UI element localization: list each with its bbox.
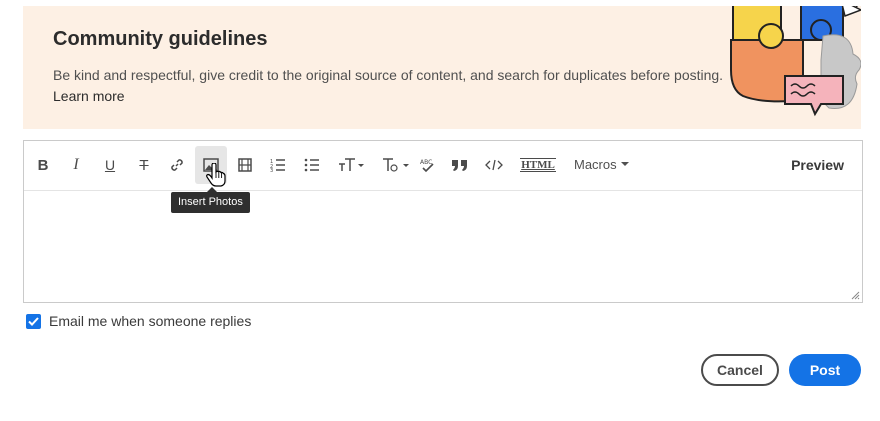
code-icon [485,159,503,171]
email-checkbox[interactable] [26,313,41,329]
puzzle-illustration [730,6,861,117]
editor-toolbar: B I U T 1 2 3 ABC HTML Macros Preview [24,141,862,191]
numbered-list-button[interactable]: 1 2 3 [262,146,294,184]
message-editor: B I U T 1 2 3 ABC HTML Macros Preview [23,140,863,303]
quote-icon [452,160,467,171]
html-icon: HTML [520,158,556,172]
preview-button[interactable]: Preview [791,157,844,173]
check-icon [28,316,39,326]
email-notification-option: Email me when someone replies [26,313,251,329]
html-button[interactable]: HTML [518,146,558,184]
italic-button[interactable]: I [60,146,92,184]
strikethrough-icon: T [139,156,149,174]
spell-check-icon: ABC [420,159,434,173]
bulleted-list-button[interactable] [296,146,328,184]
banner-text: Be kind and respectful, give credit to t… [53,67,724,83]
chevron-down-icon [620,162,629,166]
link-icon [171,159,183,171]
learn-more-link[interactable]: Learn more [53,88,125,104]
italic-icon: I [73,156,79,173]
email-checkbox-label[interactable]: Email me when someone replies [49,313,251,329]
underline-icon: U [104,157,116,173]
macros-label: Macros [574,157,617,172]
cancel-button[interactable]: Cancel [701,354,779,386]
bold-icon: B [37,156,49,174]
text-style-icon [383,158,409,172]
font-size-button[interactable] [332,146,370,184]
insert-link-button[interactable] [161,146,193,184]
text-style-button[interactable] [378,146,414,184]
community-guidelines-banner: Community guidelines Be kind and respect… [23,6,861,129]
hand-pointer-icon [206,163,226,187]
insert-video-button[interactable] [229,146,261,184]
font-size-icon [339,158,364,171]
message-body-textarea[interactable] [24,192,862,302]
macros-dropdown[interactable]: Macros [574,157,629,172]
strikethrough-button[interactable]: T [128,146,160,184]
film-icon [238,158,252,172]
bulleted-list-icon [304,158,319,172]
banner-title: Community guidelines [53,28,268,50]
bold-button[interactable]: B [27,146,59,184]
insert-photos-tooltip: Insert Photos [171,187,250,213]
blockquote-button[interactable] [444,146,476,184]
numbered-list-icon: 1 2 3 [270,159,285,172]
svg-text:ABC: ABC [420,159,432,166]
spell-check-button[interactable]: ABC [412,146,444,184]
resize-handle-icon[interactable] [850,290,860,300]
post-button[interactable]: Post [789,354,861,386]
svg-text:3: 3 [270,168,273,172]
code-button[interactable] [478,146,510,184]
underline-button[interactable]: U [94,146,126,184]
